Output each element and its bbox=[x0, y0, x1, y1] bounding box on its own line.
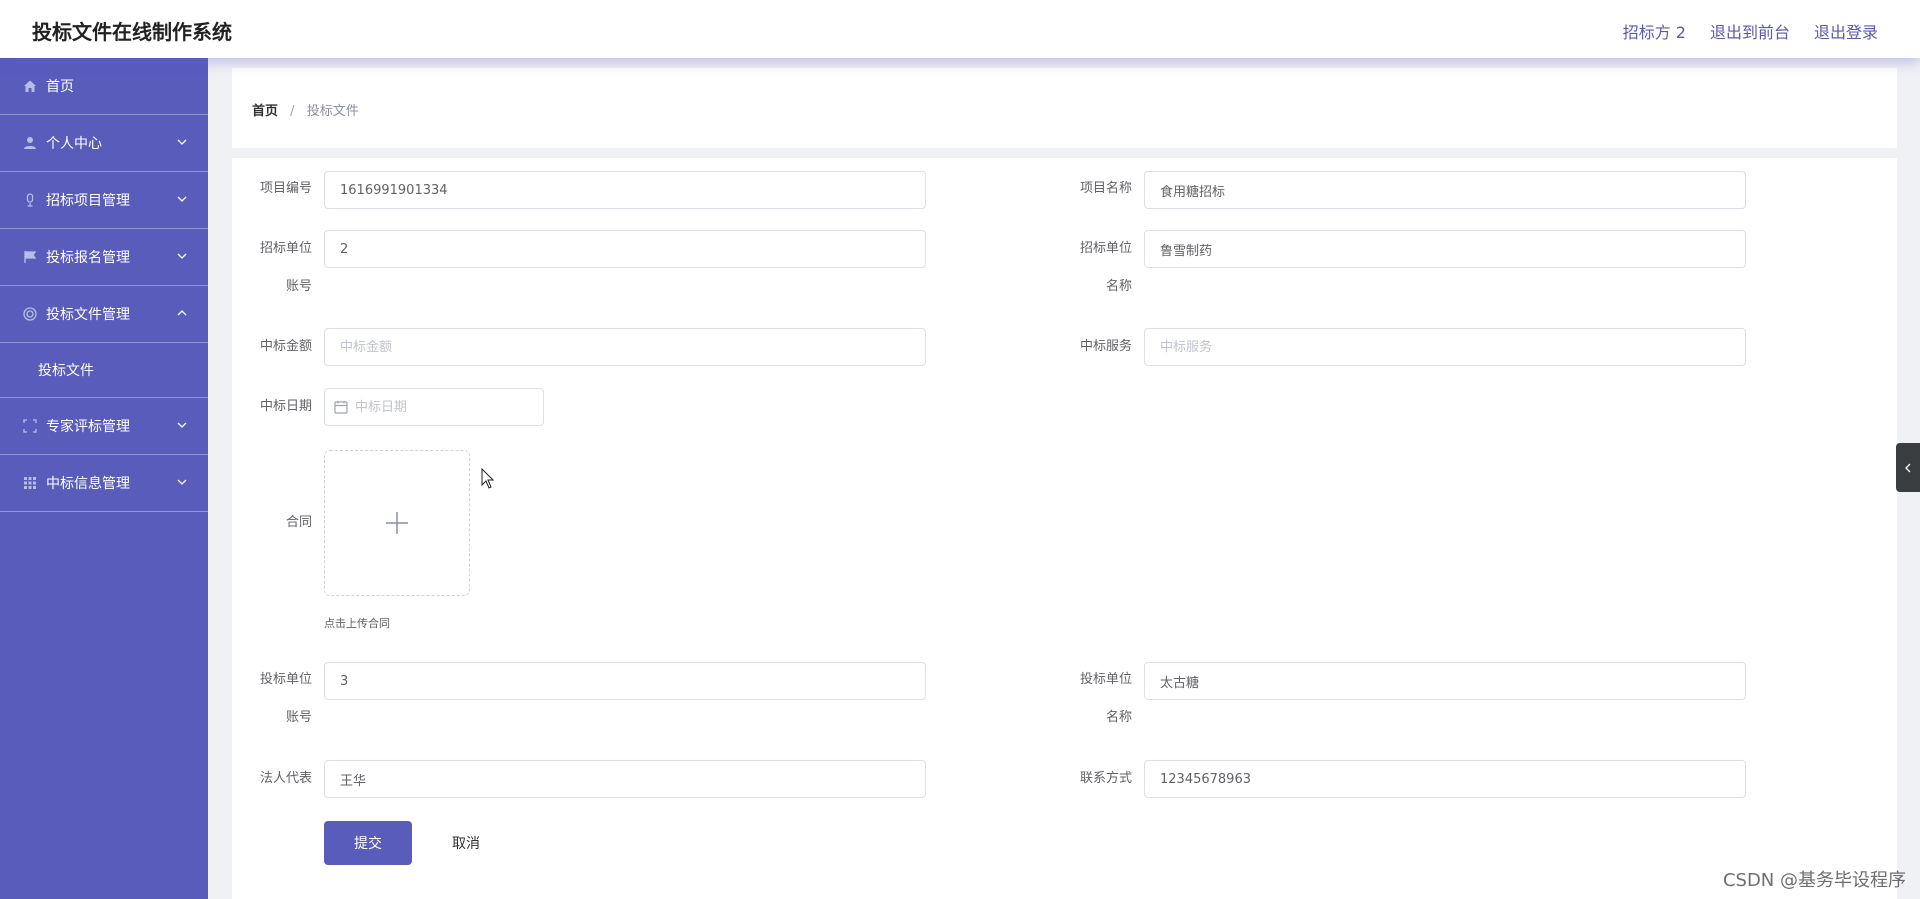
tender-name-label: 招标单位 名称 bbox=[1060, 240, 1132, 296]
sidebar-item-label: 专家评标管理 bbox=[46, 419, 130, 435]
app-title: 投标文件在线制作系统 bbox=[32, 20, 232, 44]
contract-upload-hint: 点击上传合同 bbox=[324, 617, 390, 630]
contact-input[interactable] bbox=[1144, 760, 1746, 798]
chevron-down-icon bbox=[177, 253, 187, 259]
sidebar-item-label: 招标项目管理 bbox=[46, 193, 130, 209]
chevron-left-icon bbox=[1905, 463, 1911, 472]
sidebar-item-home[interactable]: 首页 bbox=[0, 58, 208, 115]
win-service-label: 中标服务 bbox=[1079, 339, 1132, 354]
sidebar-item-label: 投标报名管理 bbox=[46, 250, 130, 266]
contract-upload[interactable] bbox=[324, 450, 470, 596]
legal-rep-input[interactable] bbox=[324, 760, 926, 798]
sidebar-item-personal-center[interactable]: 个人中心 bbox=[0, 115, 208, 172]
side-panel-toggle[interactable] bbox=[1896, 443, 1920, 492]
tender-name-label-line1: 招标单位 bbox=[1079, 241, 1132, 256]
sidebar-item-label: 中标信息管理 bbox=[46, 476, 130, 492]
bid-account-label-line1: 投标单位 bbox=[259, 672, 312, 687]
win-date-input[interactable] bbox=[324, 388, 544, 426]
circle-icon bbox=[22, 306, 38, 322]
grid-icon bbox=[22, 475, 38, 491]
project-no-label: 项目编号 bbox=[259, 181, 312, 196]
legal-rep-label: 法人代表 bbox=[259, 771, 312, 786]
submit-button[interactable]: 提交 bbox=[324, 821, 412, 865]
win-date-label: 中标日期 bbox=[259, 399, 312, 414]
bid-account-label: 投标单位 账号 bbox=[240, 671, 312, 727]
tender-account-label-line2: 账号 bbox=[285, 279, 312, 294]
breadcrumb-current: 投标文件 bbox=[306, 104, 359, 119]
chevron-down-icon bbox=[177, 139, 187, 145]
bid-account-input[interactable] bbox=[324, 662, 926, 700]
top-header: 投标文件在线制作系统 招标方 2 退出到前台 退出登录 bbox=[0, 0, 1920, 58]
cancel-button[interactable]: 取消 bbox=[426, 821, 506, 865]
current-user[interactable]: 招标方 2 bbox=[1623, 19, 1686, 43]
home-icon bbox=[22, 78, 38, 94]
sidebar-item-bid-registration[interactable]: 投标报名管理 bbox=[0, 229, 208, 286]
sidebar-item-expert-review[interactable]: 专家评标管理 bbox=[0, 398, 208, 455]
plus-icon bbox=[386, 512, 408, 534]
sidebar-item-tender-projects[interactable]: 招标项目管理 bbox=[0, 172, 208, 229]
bid-account-label-line2: 账号 bbox=[285, 710, 312, 725]
header-actions: 招标方 2 退出到前台 退出登录 bbox=[1623, 19, 1878, 43]
breadcrumb: 首页 / 投标文件 bbox=[252, 100, 359, 119]
user-icon bbox=[22, 135, 38, 151]
tender-name-input[interactable] bbox=[1144, 230, 1746, 268]
frame-icon bbox=[22, 418, 38, 434]
tender-account-input[interactable] bbox=[324, 230, 926, 268]
win-amount-input[interactable] bbox=[324, 328, 926, 366]
bid-name-label-line1: 投标单位 bbox=[1079, 672, 1132, 687]
chevron-up-icon bbox=[177, 310, 187, 316]
sidebar-item-winning-info[interactable]: 中标信息管理 bbox=[0, 455, 208, 512]
tender-account-label: 招标单位 账号 bbox=[240, 240, 312, 296]
calendar-icon bbox=[334, 401, 348, 414]
chevron-down-icon bbox=[177, 196, 187, 202]
mic-icon bbox=[22, 192, 38, 208]
sidebar-item-bid-files[interactable]: 投标文件管理 bbox=[0, 286, 208, 343]
win-amount-label: 中标金额 bbox=[259, 339, 312, 354]
contact-label: 联系方式 bbox=[1079, 771, 1132, 786]
watermark: CSDN @基务毕设程序 bbox=[1722, 870, 1906, 891]
sidebar-item-label: 投标文件管理 bbox=[46, 307, 130, 323]
sidebar-subitem-label: 投标文件 bbox=[38, 363, 94, 379]
breadcrumb-home[interactable]: 首页 bbox=[252, 104, 278, 119]
chevron-down-icon bbox=[177, 479, 187, 485]
mouse-cursor-icon bbox=[481, 468, 495, 489]
win-date-picker bbox=[324, 388, 544, 426]
tender-name-label-line2: 名称 bbox=[1105, 279, 1132, 294]
bid-name-label-line2: 名称 bbox=[1105, 710, 1132, 725]
project-name-input[interactable] bbox=[1144, 171, 1746, 209]
logout-link[interactable]: 退出登录 bbox=[1814, 19, 1878, 43]
sidebar: 首页 个人中心 招标项目管理 投标报名管理 投标文件管理 投标文件 专家评标管理… bbox=[0, 58, 208, 899]
chevron-down-icon bbox=[177, 422, 187, 428]
sidebar-item-label: 个人中心 bbox=[46, 136, 102, 152]
sidebar-item-label: 首页 bbox=[46, 79, 74, 95]
contract-label: 合同 bbox=[285, 515, 312, 530]
breadcrumb-separator: / bbox=[290, 104, 295, 119]
back-to-front-link[interactable]: 退出到前台 bbox=[1710, 19, 1790, 43]
bid-name-label: 投标单位 名称 bbox=[1060, 671, 1132, 727]
tender-account-label-line1: 招标单位 bbox=[259, 241, 312, 256]
win-service-input[interactable] bbox=[1144, 328, 1746, 366]
sidebar-subitem-bid-file[interactable]: 投标文件 bbox=[0, 343, 208, 398]
flag-icon bbox=[22, 249, 38, 265]
breadcrumb-panel: 首页 / 投标文件 bbox=[232, 68, 1897, 148]
project-name-label: 项目名称 bbox=[1079, 181, 1132, 196]
bid-file-form: 项目编号 项目名称 招标单位 账号 招标单位 名称 中标金额 中标服务 中标日期… bbox=[232, 158, 1897, 899]
project-no-input[interactable] bbox=[324, 171, 926, 209]
bid-name-input[interactable] bbox=[1144, 662, 1746, 700]
